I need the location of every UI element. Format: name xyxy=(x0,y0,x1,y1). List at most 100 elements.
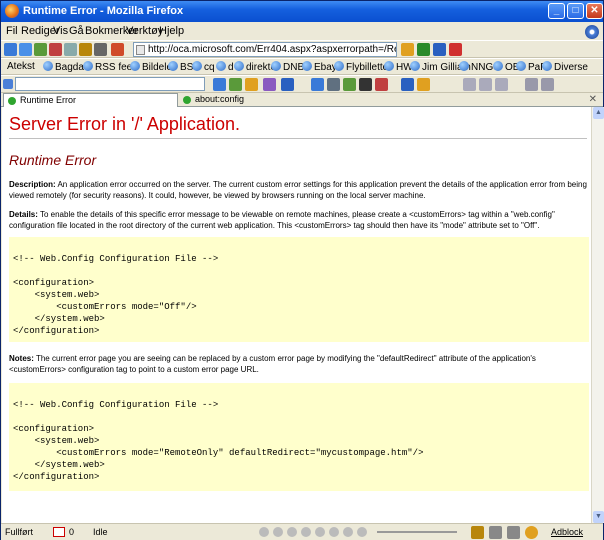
media-icon[interactable] xyxy=(343,527,353,537)
back-icon[interactable] xyxy=(4,43,17,56)
highlight-icon[interactable] xyxy=(263,78,276,91)
gmail-icon[interactable] xyxy=(53,527,65,537)
prev-first-icon[interactable] xyxy=(463,78,476,91)
news-icon[interactable] xyxy=(229,78,242,91)
menu-go[interactable]: Gå xyxy=(69,25,84,37)
media-icon[interactable] xyxy=(315,527,325,537)
tab-about-config[interactable]: about:config xyxy=(179,93,584,107)
folder-icon[interactable] xyxy=(417,78,430,91)
throbber-icon xyxy=(585,25,599,39)
network-icon[interactable] xyxy=(489,526,502,539)
bookmark-flybilletter[interactable]: Flybilletter xyxy=(334,61,392,73)
code-block-config: <!-- Web.Config Configuration File --> <… xyxy=(9,237,589,342)
menu-help[interactable]: Hjelp xyxy=(159,25,184,37)
scroll-down-icon[interactable]: ▼ xyxy=(593,511,604,523)
globe-icon xyxy=(516,61,526,71)
sun-icon[interactable] xyxy=(525,526,538,539)
error-subheading: Runtime Error xyxy=(9,152,97,168)
close-tab-icon[interactable]: ✕ xyxy=(589,94,597,105)
about-icon[interactable] xyxy=(401,78,414,91)
description-text: An application error occurred on the ser… xyxy=(9,180,587,200)
divider xyxy=(9,138,587,139)
bookmark-icon[interactable] xyxy=(79,43,92,56)
bookmark-atekst[interactable]: Atekst xyxy=(7,61,35,72)
media-icon[interactable] xyxy=(287,527,297,537)
menu-tools[interactable]: Verktøy xyxy=(126,25,163,37)
print-icon[interactable] xyxy=(64,43,77,56)
menu-file[interactable]: Fil xyxy=(6,25,18,37)
media-icon[interactable] xyxy=(329,527,339,537)
bookmark-dnb[interactable]: DNB xyxy=(271,61,304,73)
vertical-scrollbar[interactable]: ▲ ▼ xyxy=(591,107,604,523)
menu-view[interactable]: Vis xyxy=(53,25,68,37)
scroll-up-icon[interactable]: ▲ xyxy=(593,107,604,119)
media-icon[interactable] xyxy=(357,527,367,537)
code-block-redirect: <!-- Web.Config Configuration File --> <… xyxy=(9,383,589,491)
globe-icon xyxy=(83,61,93,71)
idle-status: Idle xyxy=(93,527,108,537)
eraser-icon[interactable] xyxy=(541,78,554,91)
magnifier-icon[interactable] xyxy=(311,78,324,91)
search-input[interactable] xyxy=(15,77,205,91)
extension-icon[interactable] xyxy=(449,43,462,56)
home-icon[interactable] xyxy=(111,43,124,56)
media-icon[interactable] xyxy=(301,527,311,537)
menu-bar: Fil Rediger Vis Gå Bokmerker Verktøy Hje… xyxy=(1,22,603,40)
forward-icon[interactable] xyxy=(19,43,32,56)
close-button[interactable]: ✕ xyxy=(586,3,603,19)
details-label: Details: xyxy=(9,210,38,219)
info-icon[interactable] xyxy=(281,78,294,91)
tab-status-icon xyxy=(183,96,191,104)
media-icon[interactable] xyxy=(259,527,269,537)
bookmark-hw[interactable]: HW xyxy=(384,61,413,73)
settings-icon[interactable] xyxy=(94,43,107,56)
prev-icon[interactable] xyxy=(479,78,492,91)
globe-icon xyxy=(234,61,244,71)
globe-icon xyxy=(271,61,281,71)
globe-icon xyxy=(168,61,178,71)
graduation-icon[interactable] xyxy=(359,78,372,91)
minimize-button[interactable]: _ xyxy=(548,3,565,19)
tab-label: Runtime Error xyxy=(20,95,77,105)
tab-runtime-error[interactable]: Runtime Error xyxy=(3,93,178,107)
rss-icon[interactable] xyxy=(401,43,414,56)
reload-icon[interactable] xyxy=(34,43,47,56)
volume-slider[interactable] xyxy=(377,531,457,533)
clover-icon[interactable] xyxy=(245,78,258,91)
bookmark-cq[interactable]: cq xyxy=(192,61,215,73)
window-title: Runtime Error - Mozilla Firefox xyxy=(23,5,184,17)
google-icon[interactable] xyxy=(213,78,226,91)
media-icon[interactable] xyxy=(273,527,283,537)
description-paragraph: Description: An application error occurr… xyxy=(9,179,589,201)
link-icon[interactable] xyxy=(327,78,340,91)
search-engine-icon[interactable] xyxy=(3,79,13,89)
globe-icon xyxy=(43,61,53,71)
globe-icon xyxy=(334,61,344,71)
address-bar[interactable]: http://oca.microsoft.com/Err404.aspx?asp… xyxy=(133,42,397,57)
pen-icon[interactable] xyxy=(525,78,538,91)
bookmark-diverse[interactable]: Diverse xyxy=(542,61,588,73)
tag-icon[interactable] xyxy=(343,78,356,91)
description-label: Description: xyxy=(9,180,56,189)
bookmark-bs[interactable]: BS xyxy=(168,61,193,73)
page-content: Server Error in '/' Application. Runtime… xyxy=(2,107,591,523)
extension-icon[interactable] xyxy=(471,526,484,539)
bookmark-direkte[interactable]: direkte xyxy=(234,61,276,73)
next-icon[interactable] xyxy=(495,78,508,91)
status-bar: Fullført 0 Idle Adblock xyxy=(1,523,603,540)
network-icon[interactable] xyxy=(507,526,520,539)
tab-bar: Runtime Error about:config ✕ xyxy=(1,93,603,107)
notes-paragraph: Notes: The current error page you are se… xyxy=(9,353,589,375)
maximize-button[interactable]: □ xyxy=(567,3,584,19)
stop-icon[interactable] xyxy=(49,43,62,56)
adblock-label[interactable]: Adblock xyxy=(551,527,583,537)
bookmark-d[interactable]: d xyxy=(216,61,234,73)
tab-status-icon xyxy=(8,97,16,105)
page-icon xyxy=(136,45,145,55)
globe-icon xyxy=(384,61,394,71)
notes-label: Notes: xyxy=(9,354,34,363)
go-icon[interactable] xyxy=(417,43,430,56)
bookmark-ebay[interactable]: Ebay xyxy=(302,61,337,73)
tools-icon[interactable] xyxy=(433,43,446,56)
lock-icon[interactable] xyxy=(375,78,388,91)
